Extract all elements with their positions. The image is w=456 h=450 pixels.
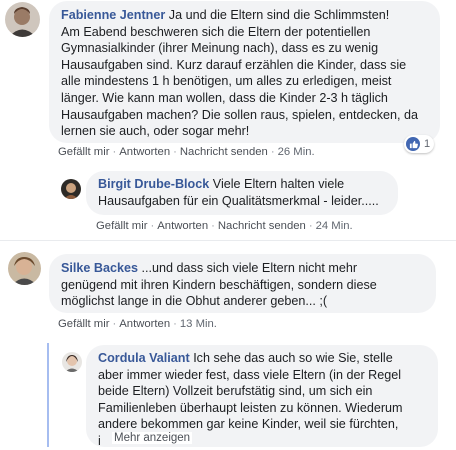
comment-line: Hausaufgaben für ein Qualitätsmerkmal - … [98, 193, 379, 208]
comment-text: Fabienne Jentner Ja und die Eltern sind … [61, 7, 428, 140]
comment-line: möglichst lange in die Obhut anderer geb… [61, 294, 328, 309]
comment-line: beide Eltern) Vollzeit berufstätig sind,… [98, 384, 373, 399]
comment-line: ...und dass sich viele Eltern nicht mehr [141, 261, 358, 275]
comment-author[interactable]: Birgit Drube-Block [98, 177, 209, 191]
comment-line: Am Eabend beschweren sich die Eltern der… [61, 24, 371, 39]
comment-line: aber immer wieder fest, dass viele Elter… [98, 367, 402, 382]
comment-line: Viele Eltern halten viele [212, 177, 345, 191]
like-link[interactable]: Gefällt mir [58, 146, 109, 158]
reply-link[interactable]: Antworten [157, 220, 208, 232]
show-more-link[interactable]: Mehr anzeigen [112, 432, 193, 444]
thread-indicator [47, 343, 49, 447]
comment-line: genügend mit ihren Kindern beschäftigen,… [61, 277, 377, 292]
comment-author[interactable]: Fabienne Jentner [61, 8, 165, 22]
like-link[interactable]: Gefällt mir [58, 318, 109, 330]
reply-link[interactable]: Antworten [119, 318, 170, 330]
comment-line: lernen sie auch, oder sogar mehr! [61, 124, 250, 139]
comment-actions: Gefällt mir · Antworten · Nachricht senden · 2… [96, 220, 353, 232]
avatar-silke[interactable] [8, 252, 41, 285]
avatar-birgit[interactable] [61, 179, 81, 199]
comment-line: alle mindestens 1 h benötigen, um alles … [61, 74, 392, 89]
like-link[interactable]: Gefällt mir [96, 220, 147, 232]
comment-line: Familienleben überhaupt leisten zu könne… [98, 400, 403, 415]
divider [0, 240, 456, 241]
reply-link[interactable]: Antworten [119, 146, 170, 158]
comment-bubble: Fabienne Jentner Ja und die Eltern sind … [49, 1, 440, 143]
comment-actions: Gefällt mir · Antworten · 13 Min. [58, 318, 217, 330]
like-count-badge[interactable]: 1 [404, 135, 435, 153]
comment-line: Gymnasialkinder (ihrer Meinung nach), da… [61, 41, 379, 56]
timestamp[interactable]: 13 Min. [180, 318, 217, 330]
avatar-fabienne[interactable] [5, 2, 40, 37]
comment-line: i [98, 433, 101, 448]
avatar-cordula[interactable] [62, 352, 82, 372]
send-message-link[interactable]: Nachricht senden [218, 220, 306, 232]
timestamp[interactable]: 24 Min. [316, 220, 353, 232]
comment-bubble: Silke Backes ...und dass sich viele Elte… [49, 254, 436, 313]
comment-bubble: Birgit Drube-Block Viele Eltern halten v… [86, 171, 398, 215]
comment-line: Hausaufgaben machen? Die sollen raus, sp… [61, 107, 419, 122]
comment-line: Hausaufgaben sind. Kurz darauf erzählen … [61, 57, 407, 72]
comment-line: andere bekommen gar keine Kinder, weil s… [98, 417, 399, 432]
comment-line: Ich sehe das auch so wie Sie, stelle [193, 351, 393, 365]
comment-line: länger. Wie kann man wollen, dass die Ki… [61, 90, 388, 105]
like-count: 1 [424, 138, 431, 150]
thumbs-up-icon [406, 137, 420, 151]
comment-author[interactable]: Silke Backes [61, 261, 138, 275]
comment-author[interactable]: Cordula Valiant [98, 351, 190, 365]
comment-actions: Gefällt mir · Antworten · Nachricht senden · 2… [58, 146, 315, 158]
comment-line: Ja und die Eltern sind die Schlimmsten! [168, 8, 390, 22]
timestamp[interactable]: 26 Min. [278, 146, 315, 158]
send-message-link[interactable]: Nachricht senden [180, 146, 268, 158]
